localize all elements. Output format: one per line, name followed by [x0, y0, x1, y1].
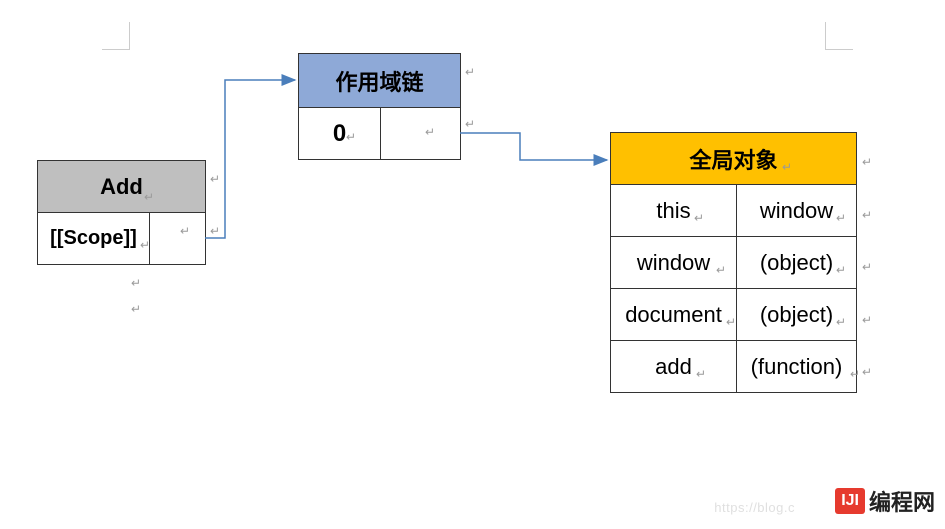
return-mark-icon: ↵ — [694, 211, 704, 225]
global-row-key: this — [611, 185, 737, 237]
return-mark-icon: ↵ — [726, 315, 736, 329]
blog-watermark: https://blog.c — [714, 500, 795, 515]
global-row-key: document — [611, 289, 737, 341]
scope-chain-box: 作用域链 0 — [298, 53, 461, 160]
scope-chain-index: 0 — [299, 108, 381, 160]
return-mark-icon: ↵ — [346, 130, 356, 144]
return-mark-icon: ↵ — [140, 238, 150, 252]
return-mark-icon: ↵ — [862, 365, 872, 379]
return-mark-icon: ↵ — [782, 160, 792, 174]
return-mark-icon: ↵ — [425, 125, 435, 139]
return-mark-icon: ↵ — [465, 117, 475, 131]
return-mark-icon: ↵ — [465, 65, 475, 79]
add-scope-value — [150, 213, 206, 265]
scope-chain-title: 作用域链 — [299, 54, 461, 108]
global-object-title: 全局对象 — [611, 133, 857, 185]
add-scope-key: [[Scope]] — [38, 213, 150, 265]
return-mark-icon: ↵ — [716, 263, 726, 277]
return-mark-icon: ↵ — [131, 302, 141, 316]
return-mark-icon: ↵ — [862, 208, 872, 222]
add-title: Add — [38, 161, 206, 213]
logo-badge: IJI — [835, 488, 865, 514]
corner-decoration-tl — [102, 22, 130, 50]
return-mark-icon: ↵ — [210, 224, 220, 238]
return-mark-icon: ↵ — [836, 263, 846, 277]
global-row-key: add — [611, 341, 737, 393]
return-mark-icon: ↵ — [836, 211, 846, 225]
return-mark-icon: ↵ — [210, 172, 220, 186]
return-mark-icon: ↵ — [836, 315, 846, 329]
global-object-box: 全局对象 this window window (object) documen… — [610, 132, 857, 393]
corner-decoration-tr — [825, 22, 853, 50]
return-mark-icon: ↵ — [180, 224, 190, 238]
logo-text: 编程网 — [869, 485, 935, 517]
add-function-box: Add [[Scope]] — [37, 160, 206, 265]
return-mark-icon: ↵ — [862, 155, 872, 169]
return-mark-icon: ↵ — [696, 367, 706, 381]
return-mark-icon: ↵ — [862, 313, 872, 327]
return-mark-icon: ↵ — [850, 367, 860, 381]
global-row-val: (function) — [737, 341, 857, 393]
return-mark-icon: ↵ — [131, 276, 141, 290]
return-mark-icon: ↵ — [144, 190, 154, 204]
scope-chain-ref — [381, 108, 461, 160]
site-logo: IJI 编程网 — [835, 485, 935, 517]
return-mark-icon: ↵ — [862, 260, 872, 274]
